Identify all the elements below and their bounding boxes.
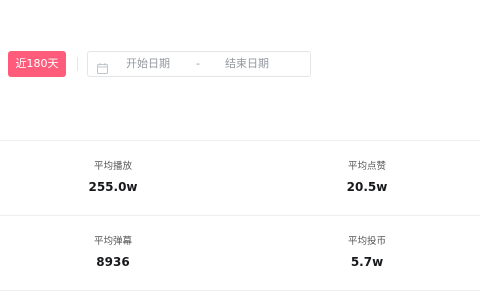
stat-avg-danmaku: 平均弹幕 8936 [53,235,173,270]
stat-value: 255.0w [88,180,138,194]
stat-avg-likes: 平均点赞 20.5w [307,160,427,195]
stat-label: 平均播放 [93,161,132,172]
divider [77,57,78,71]
calendar-icon [97,59,108,74]
stat-value: 20.5w [346,180,388,194]
stat-label: 平均点赞 [347,161,386,172]
date-separator: - [196,57,200,70]
date-range-picker[interactable]: 开始日期 - 结束日期 [87,51,311,77]
stat-label: 平均弹幕 [93,236,132,247]
stat-value: 8936 [96,255,130,269]
end-date-input[interactable]: 结束日期 [225,52,269,76]
stat-label: 平均投币 [347,236,386,247]
start-date-input[interactable]: 开始日期 [126,52,170,76]
stat-avg-coins: 平均投币 5.7w [307,235,427,270]
stat-avg-plays: 平均播放 255.0w [53,160,173,195]
row-divider [0,140,480,141]
row-divider [0,290,480,291]
stat-value: 5.7w [350,255,384,269]
row-divider [0,215,480,216]
last-180-days-button[interactable]: 近180天 [8,51,66,77]
